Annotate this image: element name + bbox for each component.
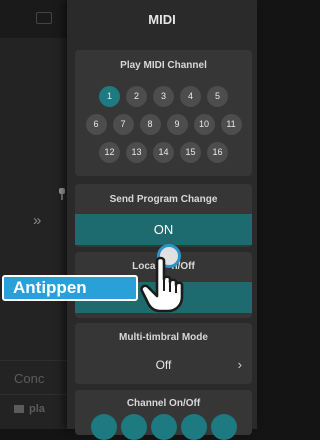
hand-tap-icon	[140, 256, 184, 313]
channel-on-off-button[interactable]	[150, 414, 177, 440]
play-text: pla	[29, 403, 45, 415]
channel-button-4[interactable]: 4	[180, 86, 201, 107]
channel-button-14[interactable]: 14	[153, 142, 174, 163]
channel-button-9[interactable]: 9	[166, 114, 188, 135]
channel-button-2[interactable]: 2	[126, 86, 147, 107]
double-chevron-right-icon[interactable]: »	[33, 212, 42, 229]
multi-timbral-mode-value[interactable]: Off ›	[75, 353, 252, 377]
channel-button-6[interactable]: 6	[85, 114, 107, 135]
send-program-change-card: Send Program Change ON	[75, 184, 252, 247]
send-program-change-toggle[interactable]: ON	[75, 214, 252, 245]
channel-on-off-button[interactable]	[210, 414, 237, 440]
channel-button-5[interactable]: 5	[207, 86, 228, 107]
channel-on-off-title: Channel On/Off	[126, 398, 201, 409]
channel-button-8[interactable]: 8	[139, 114, 161, 135]
send-program-change-title: Send Program Change	[109, 194, 218, 205]
channel-button-15[interactable]: 15	[180, 142, 201, 163]
panel-title: MIDI	[148, 12, 176, 27]
divider	[0, 394, 72, 395]
play-midi-channel-card: Play MIDI Channel 1 2 3 4 5 6 7 8 9 10 1…	[75, 50, 252, 176]
channel-on-off-row	[80, 414, 247, 440]
channel-button-10[interactable]: 10	[193, 114, 215, 135]
channel-on-off-button[interactable]	[120, 414, 147, 440]
concert-label: Conc	[14, 371, 45, 386]
play-icon	[14, 405, 24, 414]
play-label: pla	[14, 403, 45, 415]
multi-timbral-value-text: Off	[155, 358, 172, 372]
channel-button-12[interactable]: 12	[99, 142, 120, 163]
channel-button-11[interactable]: 11	[220, 114, 242, 135]
channel-button-7[interactable]: 7	[112, 114, 134, 135]
channel-button-3[interactable]: 3	[153, 86, 174, 107]
play-midi-channel-title: Play MIDI Channel	[120, 60, 207, 71]
channel-button-13[interactable]: 13	[126, 142, 147, 163]
channel-on-off-button[interactable]	[90, 414, 117, 440]
midi-settings-panel: MIDI Play MIDI Channel 1 2 3 4 5 6 7 8 9…	[67, 0, 257, 440]
piano-icon	[36, 12, 52, 24]
channel-row-2: 6 7 8 9 10 11	[75, 114, 252, 135]
multi-timbral-mode-card[interactable]: Multi-timbral Mode Off ›	[75, 323, 252, 384]
channel-row-3: 12 13 14 15 16	[75, 142, 252, 163]
channel-on-off-button[interactable]	[180, 414, 207, 440]
channel-button-16[interactable]: 16	[207, 142, 228, 163]
multi-timbral-mode-title: Multi-timbral Mode	[119, 332, 208, 343]
chevron-right-icon: ›	[237, 357, 242, 372]
tap-callout-label: Antippen	[2, 275, 138, 301]
background-header	[0, 0, 72, 38]
channel-row-1: 1 2 3 4 5	[75, 86, 252, 107]
divider	[0, 360, 72, 361]
channel-button-1[interactable]: 1	[99, 86, 120, 107]
